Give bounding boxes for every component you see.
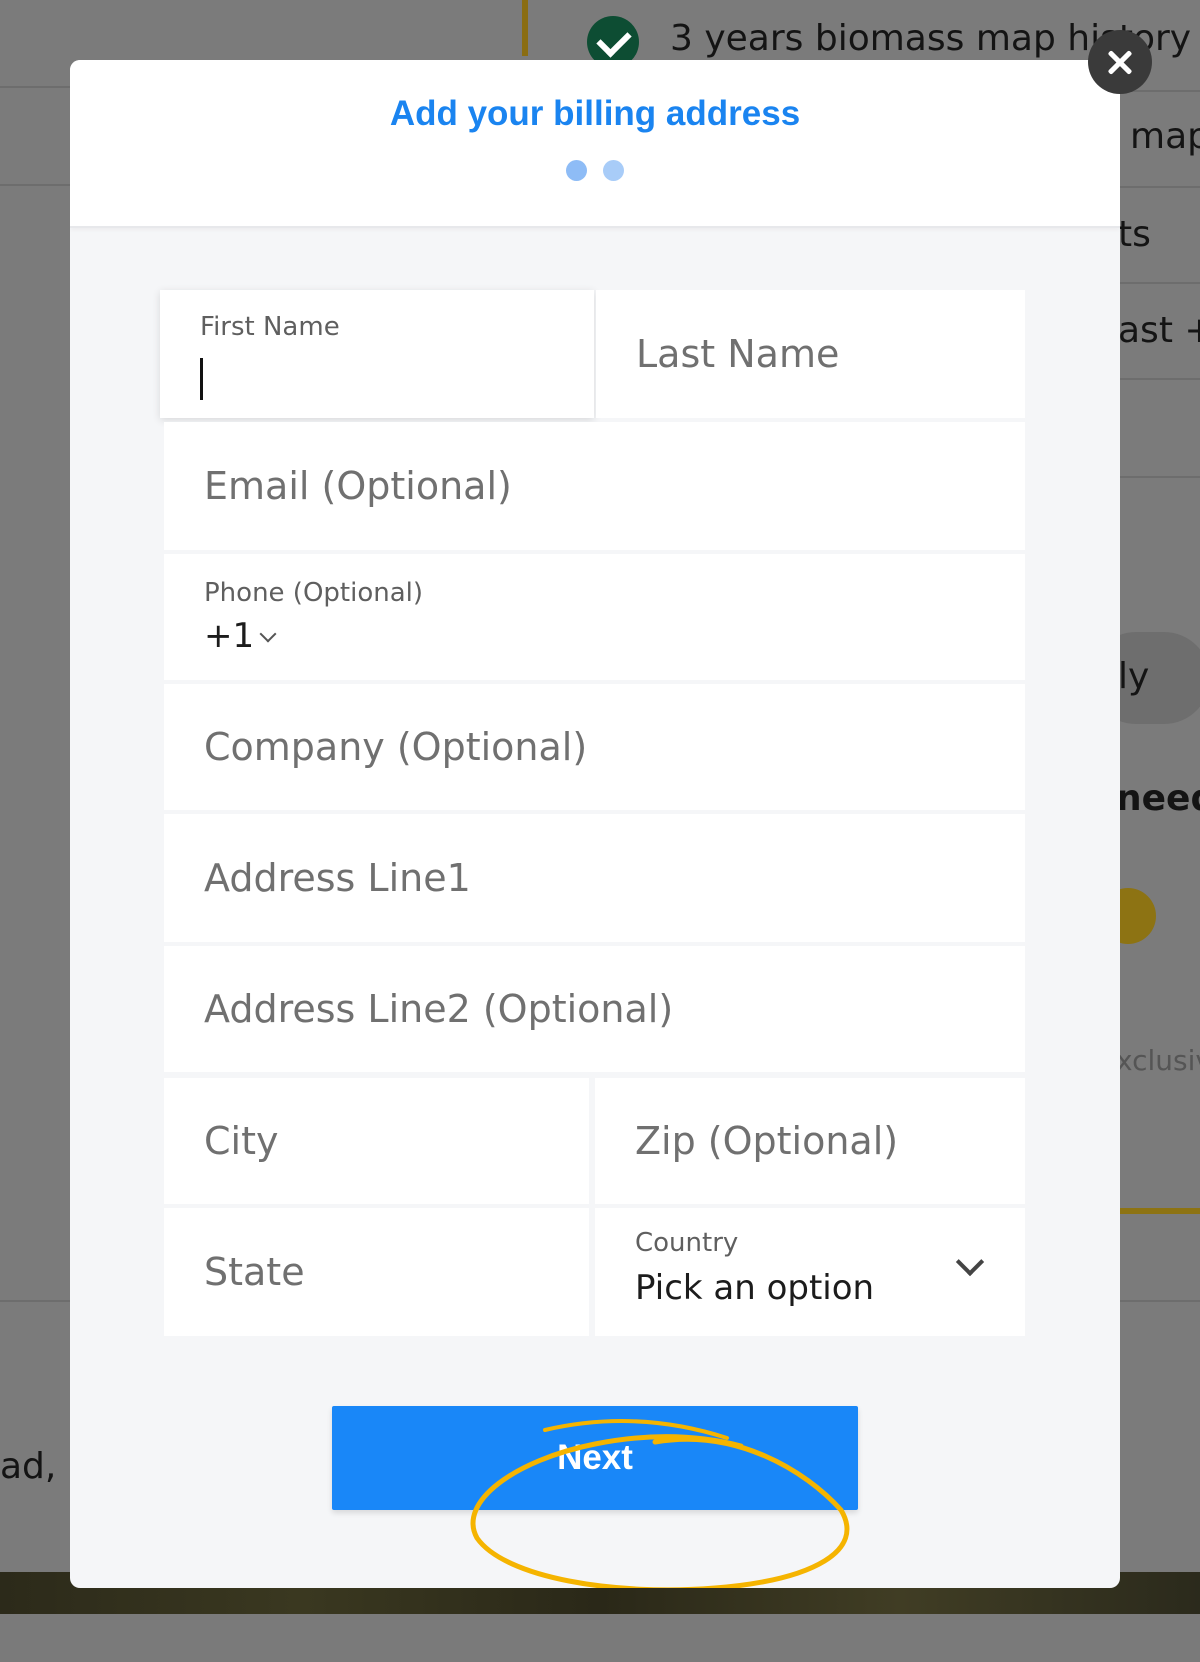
background-divider [0, 86, 70, 88]
phone-label: Phone (Optional) [204, 578, 424, 608]
background-pill-text: ly [1118, 656, 1150, 697]
background-divider [1120, 282, 1200, 284]
email-field[interactable]: Email (Optional) [164, 422, 1025, 550]
background-small-text: xclusiv [1116, 1044, 1200, 1077]
background-divider [0, 184, 70, 186]
address-line2-field[interactable]: Address Line2 (Optional) [164, 946, 1025, 1072]
background-divider [1120, 186, 1200, 188]
address-line1-placeholder: Address Line1 [204, 856, 471, 900]
phone-field[interactable]: Phone (Optional) +1 [164, 554, 1025, 680]
city-field[interactable]: City [164, 1078, 589, 1204]
background-feature-text: map [1130, 116, 1200, 157]
chevron-down-icon [259, 625, 277, 643]
zip-field[interactable]: Zip (Optional) [595, 1078, 1025, 1204]
background-accent-bar [1120, 1208, 1200, 1214]
last-name-field[interactable]: Last Name [596, 290, 1025, 418]
background-divider [0, 1300, 70, 1302]
country-label: Country [635, 1228, 739, 1258]
company-placeholder: Company (Optional) [204, 725, 588, 769]
country-code-select[interactable]: +1 [204, 616, 294, 660]
address-line1-field[interactable]: Address Line1 [164, 814, 1025, 942]
background-footer [0, 1614, 1200, 1662]
country-value: Pick an option [635, 1268, 875, 1308]
email-placeholder: Email (Optional) [204, 464, 512, 508]
company-field[interactable]: Company (Optional) [164, 684, 1025, 810]
state-placeholder: State [204, 1250, 305, 1294]
background-divider [1120, 1300, 1200, 1302]
billing-address-modal: Add your billing address First Name Last… [70, 60, 1120, 1588]
close-icon[interactable] [1088, 30, 1152, 94]
step-dot-1 [566, 160, 587, 181]
background-heading-text: need [1116, 778, 1200, 819]
last-name-placeholder: Last Name [636, 332, 840, 376]
first-name-field[interactable]: First Name [160, 290, 594, 418]
background-accent-line [522, 0, 528, 56]
country-code-value: +1 [204, 616, 255, 656]
background-feature-text: ast + [1118, 310, 1200, 351]
chevron-down-icon [955, 1247, 985, 1277]
address-line2-placeholder: Address Line2 (Optional) [204, 987, 674, 1031]
modal-header: Add your billing address [70, 60, 1120, 228]
background-feature-text: ts [1118, 214, 1151, 255]
modal-title: Add your billing address [389, 94, 801, 133]
first-name-label: First Name [200, 312, 340, 342]
next-button[interactable]: Next [332, 1406, 858, 1510]
country-select[interactable]: Country Pick an option [595, 1208, 1025, 1336]
city-placeholder: City [204, 1119, 279, 1163]
text-cursor [200, 358, 203, 400]
background-divider [1120, 476, 1200, 478]
state-field[interactable]: State [164, 1208, 589, 1336]
step-dot-2 [603, 160, 624, 181]
background-divider [1120, 378, 1200, 380]
zip-placeholder: Zip (Optional) [635, 1119, 899, 1163]
step-indicator [70, 160, 1120, 181]
